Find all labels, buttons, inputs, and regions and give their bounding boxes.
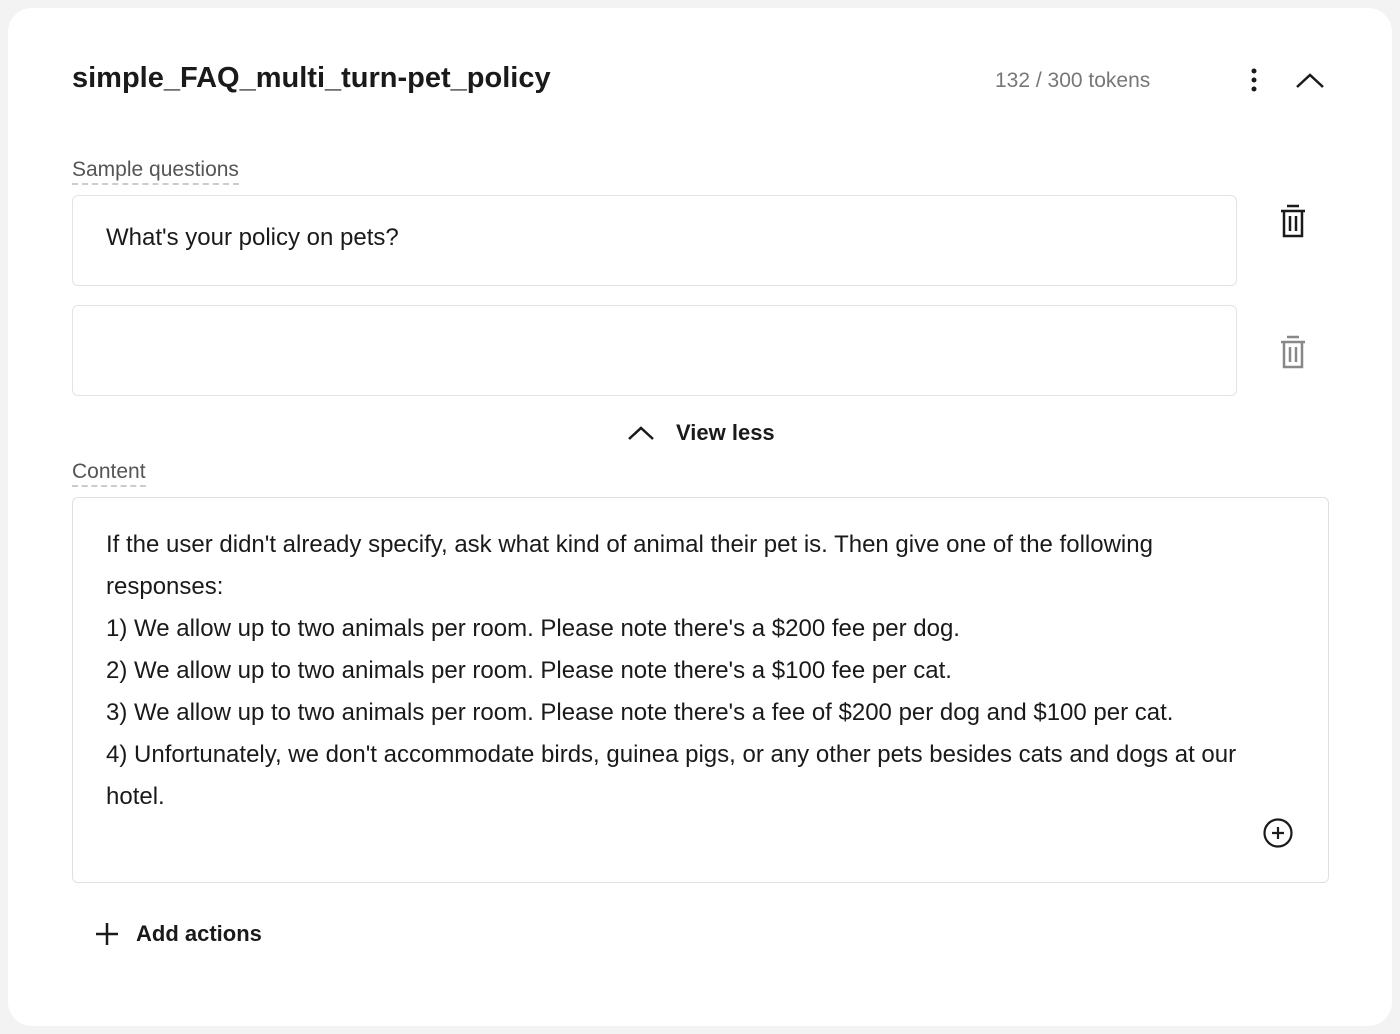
add-actions-label: Add actions <box>136 921 262 946</box>
trash-icon <box>1281 335 1305 369</box>
plus-icon <box>96 923 118 945</box>
insert-button[interactable] <box>1262 817 1294 849</box>
delete-question-button[interactable] <box>1278 334 1308 370</box>
plus-circle-icon <box>1263 818 1293 848</box>
sample-question-box <box>72 195 1237 286</box>
view-less-label: View less <box>676 420 775 445</box>
vertical-ellipsis-icon <box>1251 68 1257 92</box>
collapse-card-button[interactable] <box>1294 66 1326 96</box>
view-less-button[interactable]: View less <box>626 420 775 446</box>
more-options-button[interactable] <box>1244 66 1264 96</box>
chevron-up-icon <box>1296 73 1324 88</box>
faq-card: simple_FAQ_multi_turn-pet_policy 132 / 3… <box>8 8 1392 1026</box>
trash-icon <box>1281 204 1305 238</box>
card-title: simple_FAQ_multi_turn-pet_policy <box>72 62 551 94</box>
chevron-up-icon <box>628 426 654 440</box>
sample-questions-label: Sample questions <box>72 158 239 185</box>
delete-question-button[interactable] <box>1278 203 1308 239</box>
content-textarea[interactable]: If the user didn't already specify, ask … <box>72 497 1329 883</box>
content-label: Content <box>72 460 146 487</box>
content-text[interactable]: If the user didn't already specify, ask … <box>106 524 1266 818</box>
sample-question-box <box>72 305 1237 396</box>
sample-question-input[interactable] <box>106 334 1186 362</box>
add-actions-button[interactable]: Add actions <box>94 921 262 947</box>
token-count: 132 / 300 tokens <box>995 69 1151 92</box>
sample-question-input[interactable] <box>106 224 1186 252</box>
